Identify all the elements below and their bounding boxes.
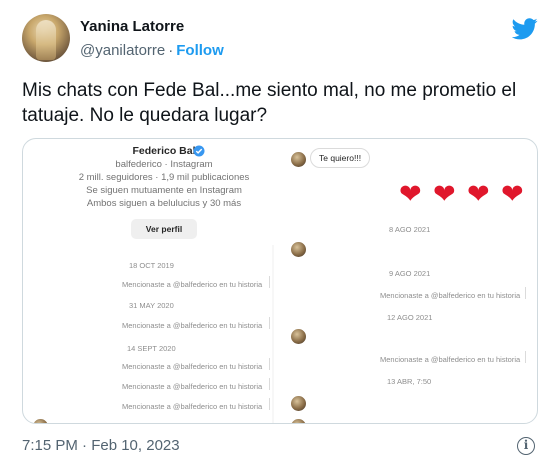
story-preview-bar: [269, 317, 270, 329]
left-note-2: Mencionaste a @balfederico en tu histori…: [122, 321, 263, 330]
message-bubble: Te quiero!!!: [310, 148, 371, 168]
twitter-bird-icon[interactable]: [512, 18, 538, 40]
ig-profile-username: balfederico · Instagram: [115, 159, 213, 170]
ig-profile-name: Federico Bal: [132, 145, 196, 157]
info-icon[interactable]: i: [517, 437, 535, 455]
left-date-3: 14 SEPT 2020: [127, 344, 176, 353]
mini-avatar-2: [291, 242, 306, 257]
author-name[interactable]: Yanina Latorre: [80, 18, 184, 35]
tweet-card: Yanina Latorre @yanilatorre · Follow Mis c…: [0, 0, 550, 461]
heart-emoji-2: ❤: [433, 179, 456, 209]
ig-profile-mutual: Se siguen mutuamente en Instagram: [86, 185, 242, 196]
right-date-2: 9 AGO 2021: [389, 269, 431, 278]
sender-mini-avatar: [291, 152, 306, 167]
ig-profile-common: Ambos siguen a belulucius y 30 más: [86, 198, 242, 209]
right-note-1: Mencionaste a @balfederico en tu histori…: [380, 291, 521, 300]
story-preview-bar: [269, 276, 270, 288]
right-date-1: 8 AGO 2021: [389, 225, 431, 234]
left-date-1: 18 OCT 2019: [129, 261, 174, 270]
tweet-timestamp[interactable]: 7:15 PM · Feb 10, 2023: [22, 437, 180, 454]
follow-button[interactable]: Follow: [176, 42, 224, 59]
right-date-3: 12 AGO 2021: [387, 313, 433, 322]
mini-avatar-4: [291, 396, 306, 411]
author-handle[interactable]: @yanilatorre: [80, 42, 165, 59]
story-preview-bar: [269, 378, 270, 390]
verified-badge-icon: [193, 145, 205, 157]
view-profile-button[interactable]: Ver perfil: [131, 219, 197, 239]
mini-avatar-3: [291, 329, 306, 344]
story-preview-bar: [525, 287, 526, 299]
author-handle-row: @yanilatorre · Follow: [80, 42, 224, 59]
ig-profile-stats: 2 mill. seguidores · 1,9 mil publicacion…: [78, 172, 250, 183]
separator-dot: ·: [168, 42, 174, 59]
right-date-4: 13 ABR, 7:50: [387, 377, 432, 386]
tweet-media-screenshot[interactable]: Federico Bal balfederico · Instagram 2 m…: [22, 138, 538, 424]
left-note-3: Mencionaste a @balfederico en tu histori…: [122, 362, 263, 371]
tweet-text: Mis chats con Fede Bal...me siento mal, …: [22, 80, 517, 126]
story-preview-bar: [525, 351, 526, 363]
heart-emoji-3: ❤: [467, 179, 490, 209]
story-preview-bar: [269, 358, 270, 370]
left-note-1: Mencionaste a @balfederico en tu histori…: [122, 280, 263, 289]
author-avatar[interactable]: [22, 14, 70, 62]
heart-emoji-4: ❤: [501, 179, 524, 209]
left-date-2: 31 MAY 2020: [129, 301, 174, 310]
heart-emoji-1: ❤: [399, 179, 422, 209]
left-note-4: Mencionaste a @balfederico en tu histori…: [122, 382, 263, 391]
left-note-5: Mencionaste a @balfederico en tu histori…: [122, 402, 263, 411]
right-note-2: Mencionaste a @balfederico en tu histori…: [380, 355, 521, 364]
story-preview-bar: [269, 398, 270, 410]
